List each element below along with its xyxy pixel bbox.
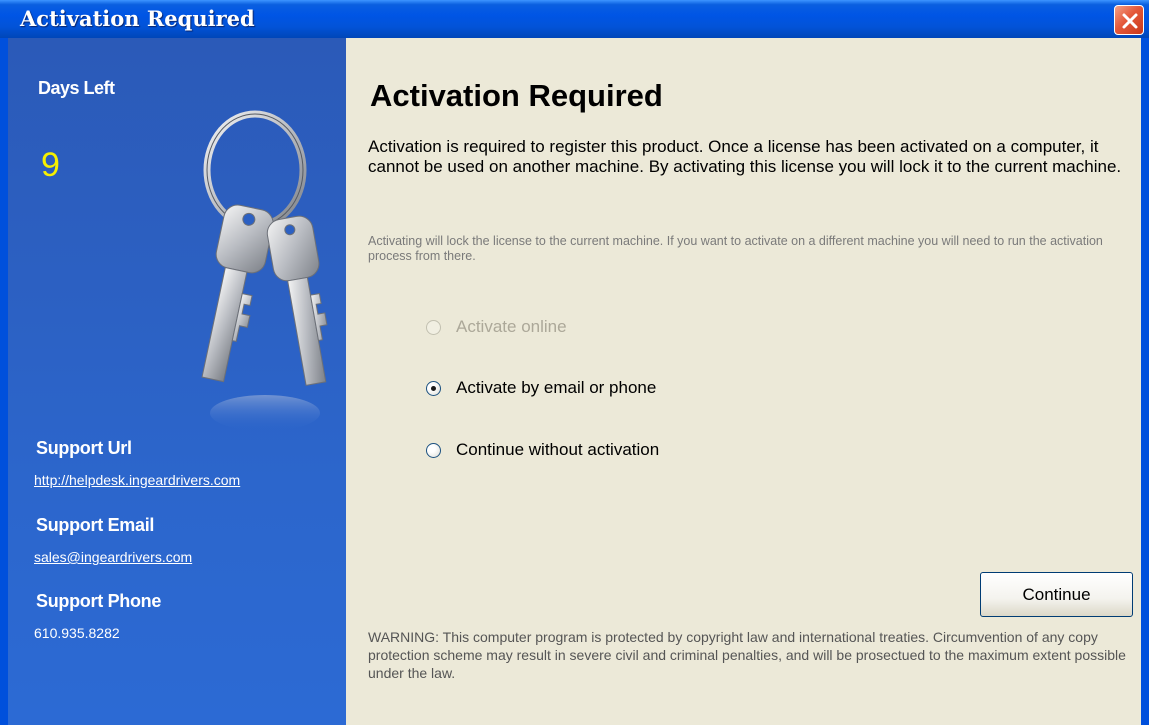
days-left-label: Days Left	[38, 78, 115, 98]
days-left-value: 9	[41, 146, 60, 184]
support-url-link[interactable]: http://helpdesk.ingeardrivers.com	[34, 472, 240, 488]
window-title: Activation Required	[20, 6, 255, 31]
support-email-label: Support Email	[36, 515, 155, 535]
support-email-link[interactable]: sales@ingeardrivers.com	[34, 549, 192, 565]
radio-button[interactable]	[426, 442, 441, 458]
window-frame-left	[0, 38, 8, 725]
support-url-label: Support Url	[36, 438, 132, 458]
option-activate-email-phone[interactable]: Activate by email or phone	[426, 377, 656, 399]
radio-button-selected[interactable]	[426, 380, 441, 396]
option-activate-online[interactable]: Activate online	[426, 316, 567, 338]
continue-button[interactable]: Continue	[980, 572, 1133, 617]
close-button[interactable]	[1114, 5, 1144, 35]
option-label: Activate online	[456, 317, 567, 336]
title-bar[interactable]: Activation Required	[0, 0, 1149, 38]
activation-window: Activation Required Days Left 9 Support …	[0, 0, 1149, 725]
support-phone-label: Support Phone	[36, 591, 162, 611]
intro-text: Activation is required to register this …	[368, 137, 1122, 176]
option-continue-without-activation[interactable]: Continue without activation	[426, 439, 659, 461]
page-title: Activation Required	[370, 78, 663, 113]
radio-button[interactable]	[426, 319, 441, 335]
support-phone-value: 610.935.8282	[34, 625, 120, 641]
main-panel: Activation Required Activation is requir…	[346, 38, 1141, 725]
window-frame-right	[1141, 38, 1149, 725]
option-label: Continue without activation	[456, 440, 660, 459]
keyring-icon	[201, 110, 328, 431]
close-x-icon	[1122, 13, 1138, 29]
copyright-warning: WARNING: This computer program is protec…	[368, 629, 1126, 681]
activation-note: Activating will lock the license to the …	[368, 234, 1103, 263]
option-label: Activate by email or phone	[456, 378, 657, 397]
sidebar: Days Left 9 Support Url http://helpdesk.…	[8, 38, 346, 725]
